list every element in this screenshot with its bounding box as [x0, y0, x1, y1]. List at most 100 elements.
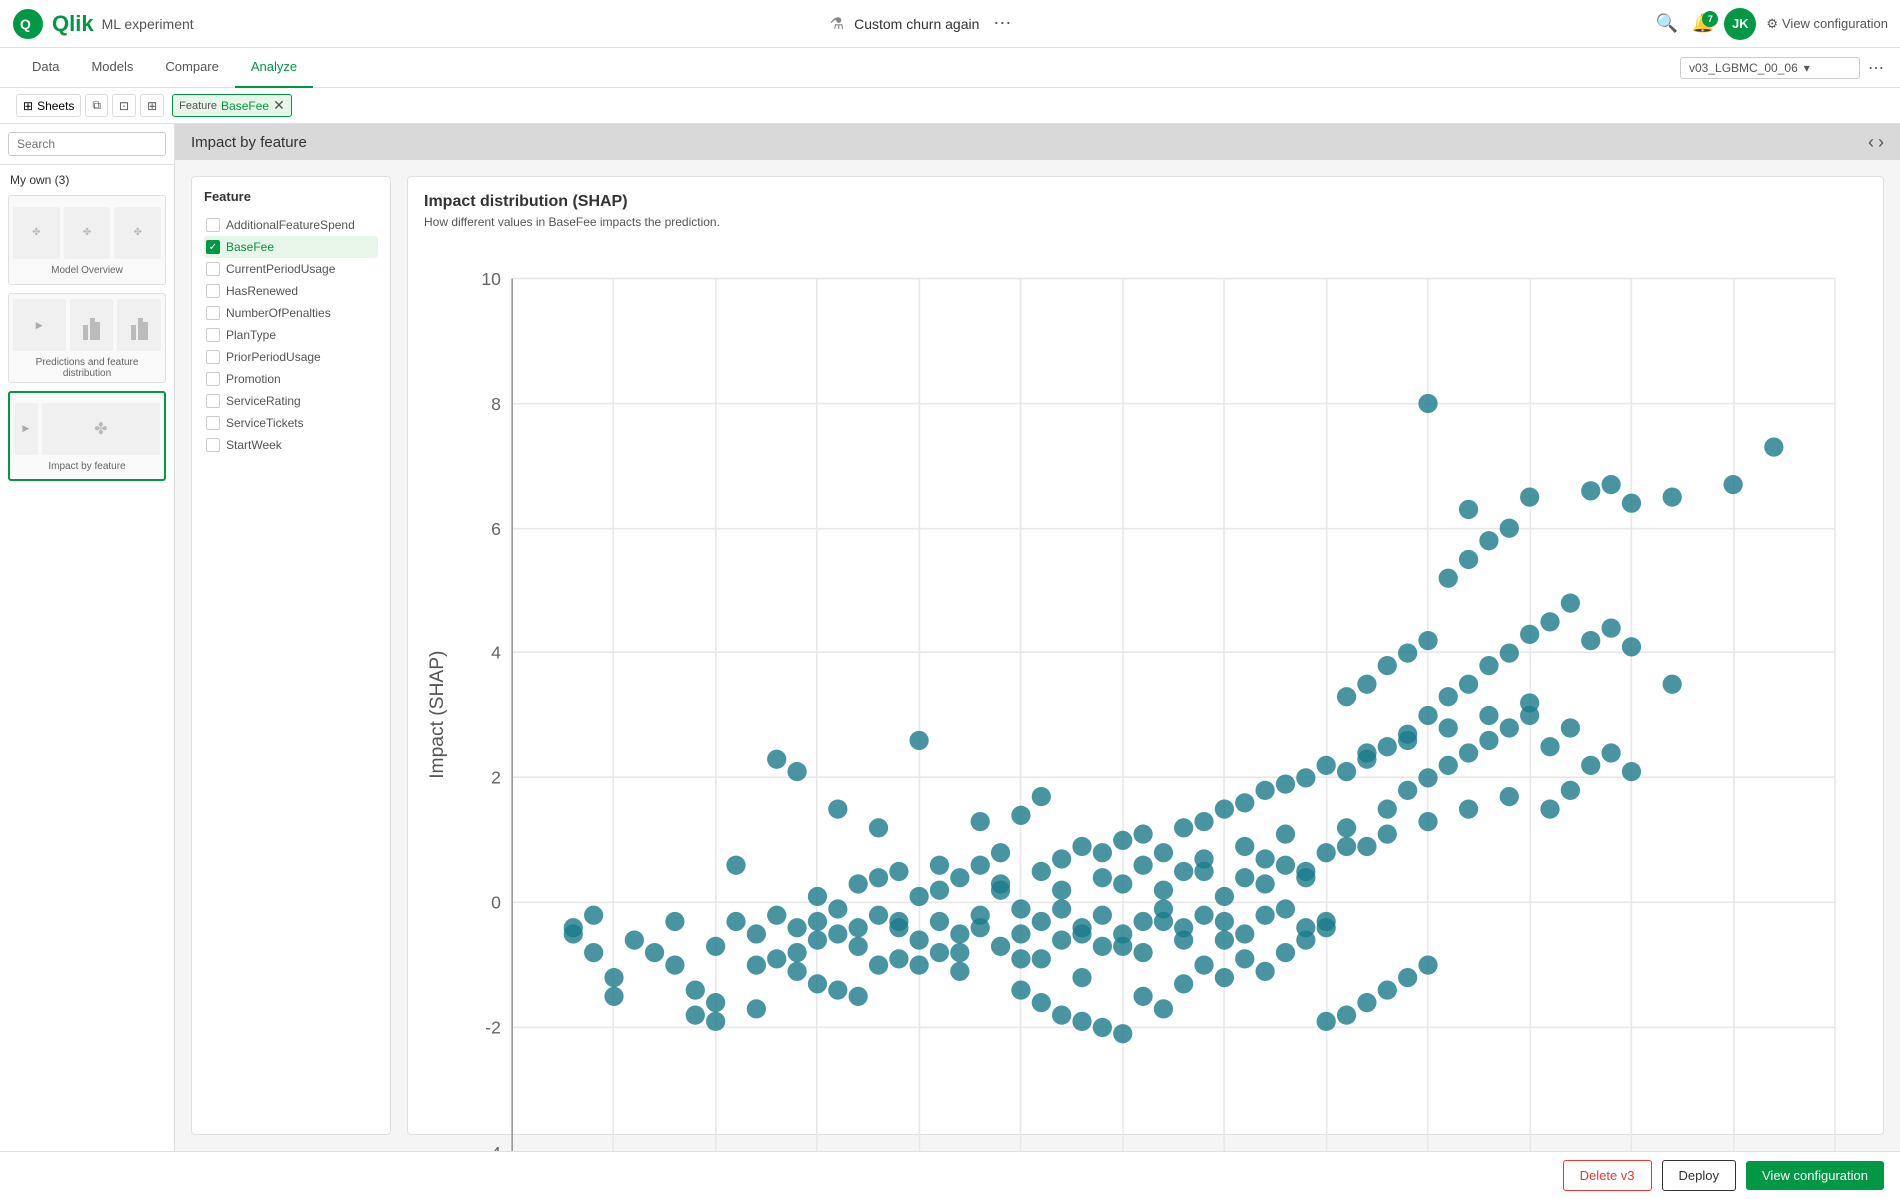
sidebar-search-area [0, 124, 174, 165]
sidebar-section-label: My own (3) [0, 165, 174, 191]
feature-item-servicerating[interactable]: ServiceRating [204, 390, 378, 412]
nav-right: v03_LGBMC_00_06 ▾ ⋯ [1680, 57, 1884, 79]
notification-badge: 7 [1702, 11, 1718, 27]
feature-label-plantype: PlanType [226, 328, 276, 342]
tab-models[interactable]: Models [75, 48, 149, 88]
view-config-label: View configuration [1782, 16, 1888, 31]
sheet-thumb-3a: ▶ [14, 403, 38, 455]
feature-item-numberofpenalties[interactable]: NumberOfPenalties [204, 302, 378, 324]
checkbox-servicetickets[interactable] [206, 416, 220, 430]
search-button[interactable]: 🔍 [1652, 9, 1682, 38]
view-config-button-bottom[interactable]: View configuration [1746, 1161, 1884, 1190]
main-layout: My own (3) ✤ ✤ ✤ Model Overview ▶ [0, 124, 1900, 1151]
sheet-predictions-container: ▶ Predictions and feature distribution [0, 289, 174, 387]
feature-item-promotion[interactable]: Promotion [204, 368, 378, 390]
svg-text:0: 0 [491, 893, 501, 913]
feature-item-servicetickets[interactable]: ServiceTickets [204, 412, 378, 434]
feature-label-currentperiodusage: CurrentPeriodUsage [226, 262, 335, 276]
feature-item-additionalfeaturespend[interactable]: AdditionalFeatureSpend [204, 214, 378, 236]
checkbox-startweek[interactable] [206, 438, 220, 452]
page-title: Impact by feature [191, 134, 307, 151]
chart-panel: Impact distribution (SHAP) How different… [407, 176, 1884, 1135]
sheet-impact[interactable]: ▶ ✤ Impact by feature [8, 391, 166, 481]
feature-item-plantype[interactable]: PlanType [204, 324, 378, 346]
svg-text:Impact (SHAP): Impact (SHAP) [427, 651, 448, 779]
svg-text:8: 8 [491, 394, 501, 414]
feature-label-promotion: Promotion [226, 372, 281, 386]
prev-arrow-button[interactable]: ‹ [1868, 132, 1874, 153]
sheet-predictions[interactable]: ▶ Predictions and feature distribution [8, 293, 166, 383]
feature-label-priorperiodusage: PriorPeriodUsage [226, 350, 321, 364]
layout-icon-1[interactable]: ⧉ [85, 94, 108, 117]
filter-tag-value: BaseFee [221, 99, 269, 113]
model-more-button[interactable]: ⋯ [1868, 58, 1884, 78]
svg-text:-4: -4 [485, 1143, 501, 1151]
tab-data[interactable]: Data [16, 48, 75, 88]
bottom-bar: Delete v3 Deploy View configuration [0, 1151, 1900, 1199]
feature-label-startweek: StartWeek [226, 438, 282, 452]
checkbox-additionalfeaturespend[interactable] [206, 218, 220, 232]
checkbox-numberofpenalties[interactable] [206, 306, 220, 320]
top-bar: Q Qlik ML experiment ⚗ Custom churn agai… [0, 0, 1900, 48]
logo-area: Q Qlik ML experiment [12, 8, 194, 40]
sidebar-search-input[interactable] [8, 132, 166, 156]
view-controls: ⊞ Sheets ⧉ ⊡ ⊞ [16, 94, 164, 117]
checkbox-plantype[interactable] [206, 328, 220, 342]
search-select-value: v03_LGBMC_00_06 [1689, 61, 1798, 75]
checkbox-priorperiodusage[interactable] [206, 350, 220, 364]
feature-label-numberofpenalties: NumberOfPenalties [226, 306, 331, 320]
qlik-wordmark: Qlik [52, 11, 94, 37]
delete-button[interactable]: Delete v3 [1563, 1160, 1652, 1191]
svg-text:4: 4 [491, 643, 501, 663]
page-nav-arrows: ‹ › [1868, 132, 1884, 153]
checkbox-promotion[interactable] [206, 372, 220, 386]
filter-close-button[interactable]: ✕ [273, 97, 285, 114]
sheet-impact-container: ▶ ✤ Impact by feature [0, 387, 174, 485]
view-config-button-top[interactable]: ⚙ View configuration [1766, 16, 1888, 32]
scatter-dots [564, 394, 1784, 1044]
chart-area: 10 8 6 4 2 0 -2 -4 0 5 10 15 20 [424, 245, 1867, 1151]
svg-text:10: 10 [481, 269, 501, 289]
notification-button[interactable]: 🔔 7 [1692, 13, 1714, 34]
content-area: Impact by feature ‹ › Feature Additional… [175, 124, 1900, 1151]
sheets-icon: ⊞ [23, 99, 33, 113]
chevron-down-icon: ▾ [1804, 61, 1810, 75]
feature-label-servicetickets: ServiceTickets [226, 416, 304, 430]
app-title: ML experiment [102, 16, 194, 32]
layout-icon-3[interactable]: ⊞ [140, 94, 164, 117]
feature-label-servicerating: ServiceRating [226, 394, 301, 408]
sheet-thumb-2b [70, 299, 114, 351]
next-arrow-button[interactable]: › [1878, 132, 1884, 153]
svg-text:2: 2 [491, 768, 501, 788]
feature-item-hasrenewed[interactable]: HasRenewed [204, 280, 378, 302]
chart-subtitle: How different values in BaseFee impacts … [424, 215, 1867, 229]
sheet-model-overview[interactable]: ✤ ✤ ✤ Model Overview [8, 195, 166, 285]
sheet-thumb-3b: ✤ [42, 403, 160, 455]
feature-item-priorperiodusage[interactable]: PriorPeriodUsage [204, 346, 378, 368]
tab-compare[interactable]: Compare [149, 48, 234, 88]
svg-text:-2: -2 [485, 1018, 501, 1038]
filter-tag[interactable]: Feature BaseFee ✕ [172, 94, 292, 117]
deploy-button[interactable]: Deploy [1662, 1160, 1736, 1191]
checkbox-basefee[interactable]: ✓ [206, 240, 220, 254]
model-search-select[interactable]: v03_LGBMC_00_06 ▾ [1680, 57, 1860, 79]
feature-item-basefee[interactable]: ✓ BaseFee [204, 236, 378, 258]
feature-item-startweek[interactable]: StartWeek [204, 434, 378, 456]
sheets-label: Sheets [37, 99, 74, 113]
checkbox-currentperiodusage[interactable] [206, 262, 220, 276]
scatter-plot: 10 8 6 4 2 0 -2 -4 0 5 10 15 20 [424, 245, 1867, 1151]
sidebar: My own (3) ✤ ✤ ✤ Model Overview ▶ [0, 124, 175, 1151]
experiment-more-button[interactable]: ⋯ [989, 9, 1015, 38]
top-bar-right: 🔍 🔔 7 JK ⚙ View configuration [1652, 8, 1889, 40]
sheet-impact-label: Impact by feature [44, 459, 129, 474]
sliders-icon: ⚙ [1766, 16, 1778, 32]
layout-icon-2[interactable]: ⊡ [112, 94, 136, 117]
experiment-name: Custom churn again [854, 16, 979, 32]
checkbox-hasrenewed[interactable] [206, 284, 220, 298]
feature-item-currentperiodusage[interactable]: CurrentPeriodUsage [204, 258, 378, 280]
checkbox-servicerating[interactable] [206, 394, 220, 408]
avatar[interactable]: JK [1724, 8, 1756, 40]
sheets-toggle-button[interactable]: ⊞ Sheets [16, 94, 81, 117]
inner-content: Feature AdditionalFeatureSpend ✓ BaseFee… [175, 160, 1900, 1151]
tab-analyze[interactable]: Analyze [235, 48, 313, 88]
